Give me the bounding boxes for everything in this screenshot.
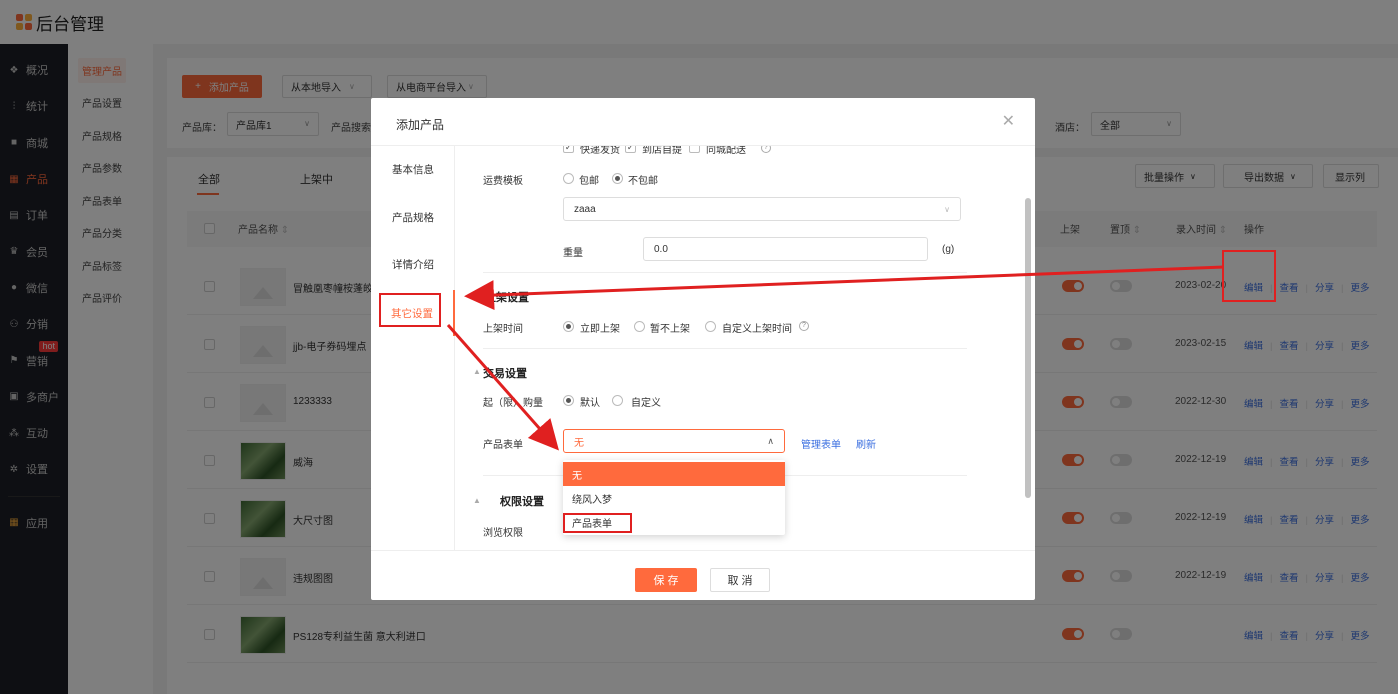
arrow-to-form-select (446, 324, 559, 451)
arrow-to-other-settings (464, 265, 1225, 311)
annotation-arrows (446, 265, 1225, 451)
